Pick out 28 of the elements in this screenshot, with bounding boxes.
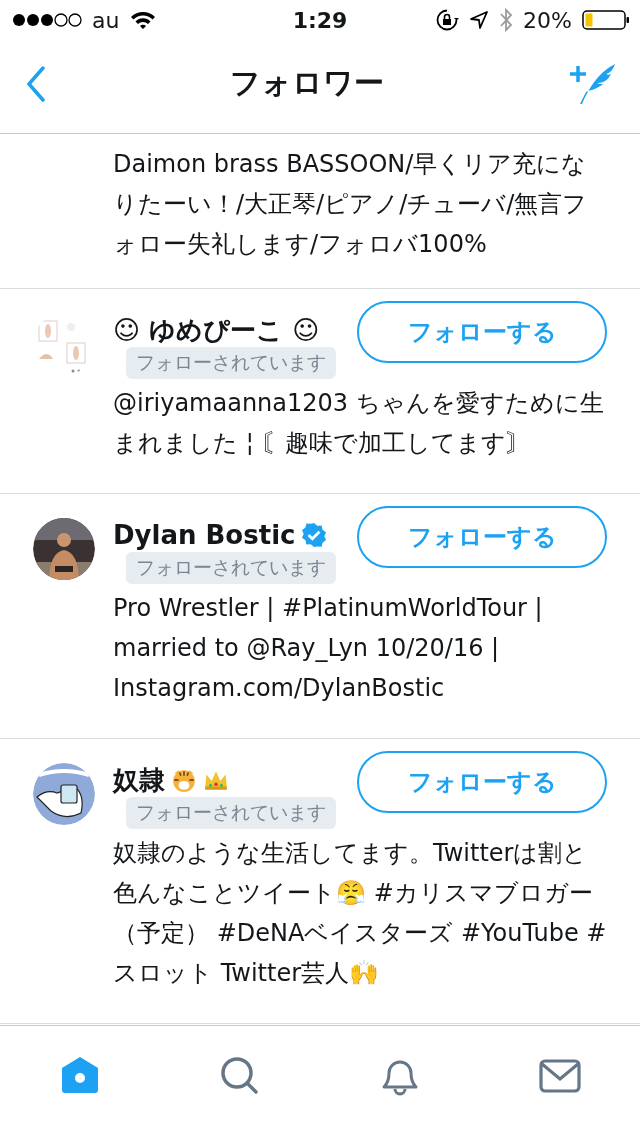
wifi-icon [129,10,158,30]
bluetooth-icon [499,8,514,32]
carrier-name: au [92,7,120,33]
location-arrow-icon [469,10,490,30]
bio-text: @iriyamaanna1203 ちゃんを愛すために生まれました ¦ 〘趣味で加工してます〙 [113,389,604,457]
clock-time: 1:29 [292,7,348,33]
battery-percent: 20% [523,7,572,33]
bio-text: Daimon brass BASSOON/早くリア充になりたーい！/大正琴/ピアノ/チューバ/無言フォロー失礼します/フォロバ100% [113,149,589,260]
follow-button[interactable]: フォローする [357,506,607,568]
battery-icon [582,10,630,30]
user-name: 奴隷 [113,763,165,797]
follows-you-label: フォローされています [126,797,336,829]
compose-button[interactable] [568,61,616,106]
tiger-face-icon [171,767,197,793]
user-name: ☺ ゆめぴーこ ☺ [113,313,320,347]
feather-plus-icon [568,61,616,106]
follow-button[interactable]: フォローする [357,301,607,363]
bio-text: 奴隷のような生活してます。Twitterは割と色んなことツイート😤 #カリスマブロガー（予定） #DeNAベイスターズ #YouTube #スロット Twitter芸人🙌 [113,839,607,987]
back-button[interactable] [26,65,46,102]
chevron-left-icon [26,65,46,102]
user-name: Dylan Bostic [113,520,296,550]
bio-text: Pro Wrestler | #PlatinumWorldTour | married to @Ray_Lyn 10/20/16 | Instagram.com/DylanBostic [113,594,543,702]
follow-button[interactable]: フォローする [357,751,607,813]
page-title: フォロワー [230,64,384,102]
rotation-lock-icon [435,8,460,32]
signal-icon [12,12,82,28]
follows-you-label: フォローされています [126,347,336,379]
follows-you-label: フォローされています [126,552,336,584]
